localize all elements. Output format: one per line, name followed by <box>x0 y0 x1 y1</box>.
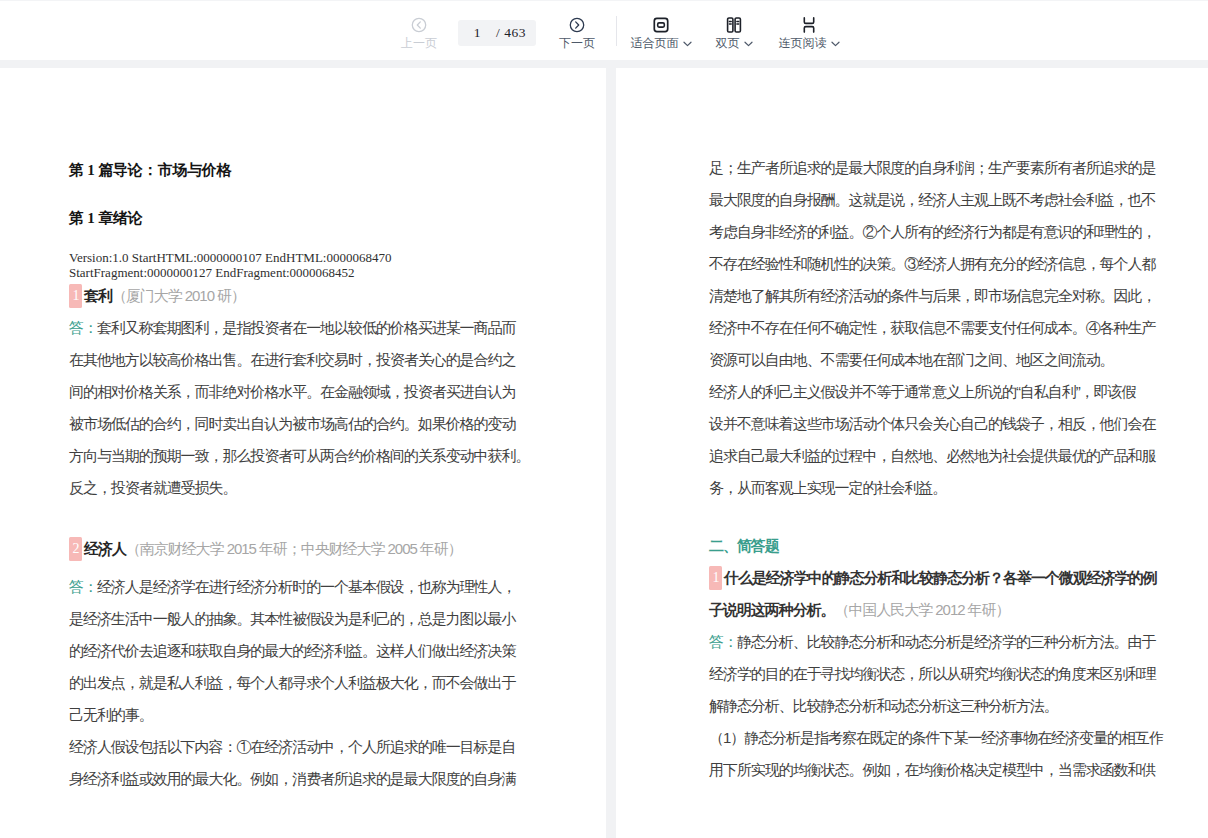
page-number-box: / 463 <box>458 20 536 46</box>
fit-page-button[interactable]: 适合页面 <box>626 17 696 50</box>
body-line: 经济中不存在任何不确定性，获取信息不需要支付任何成本。④各种生产 <box>709 312 1153 344</box>
previous-page-button[interactable]: 上一页 <box>396 17 442 50</box>
fit-page-icon <box>653 17 669 33</box>
answer-line: 在其他地方以较高价格出售。在进行套利交易时，投资者关心的是合约之 <box>69 344 513 376</box>
two-page-label: 双页 <box>716 37 740 50</box>
next-page-button[interactable]: 下一页 <box>554 17 600 50</box>
chevron-down-icon <box>831 37 840 50</box>
answer-lead: 答： <box>69 319 97 336</box>
question-source: （中国人民大学 2012 年研） <box>835 601 1010 618</box>
answer-line: 间的相对价格关系，而非绝对价格水平。在金融领域，投资者买进自认为 <box>69 376 513 408</box>
previous-page-label: 上一页 <box>401 37 437 50</box>
answer-line: 用下所实现的均衡状态。例如，在均衡价格决定模型中，当需求函数和供 <box>709 754 1153 786</box>
body-line: 追求自己最大利益的过程中，自然地、必然地为社会提供最优的产品和服 <box>709 440 1153 472</box>
answer-line: 经济人假设包括以下内容：①在经济活动中，个人所追求的唯一目标是自 <box>69 731 513 763</box>
body-line: 资源可以自由地、不需要任何成本地在部门之间、地区之间流动。 <box>709 344 1153 376</box>
fit-page-label: 适合页面 <box>631 37 679 50</box>
answer-line: 答：套利又称套期图利，是指投资者在一地以较低的价格买进某一商品而 <box>69 312 513 344</box>
body-line: 设并不意味着这些市场活动个体只会关心自己的钱袋子，相反，他们会在 <box>709 408 1153 440</box>
question-source: （厦门大学 2010 研） <box>112 287 245 304</box>
circle-chevron-right-icon <box>569 17 585 33</box>
answer-lead: 答： <box>709 633 737 650</box>
answer-lead: 答： <box>69 578 97 595</box>
answer-line: （1）静态分析是指考察在既定的条件下某一经济事物在经济变量的相互作 <box>709 722 1153 754</box>
section-heading: 二、简答题 <box>709 530 1153 562</box>
answer-line: 被市场低估的合约，同时卖出自认为被市场高估的合约。如果价格的变动 <box>69 408 513 440</box>
question-number-badge: 1 <box>69 284 82 308</box>
answer-line: 答：静态分析、比较静态分析和动态分析是经济学的三种分析方法。由于 <box>709 626 1153 658</box>
question-stem-line: 子说明这两种分析。（中国人民大学 2012 年研） <box>709 594 1153 626</box>
answer-line: 方向与当期的预期一致，那么投资者可从两合约价格间的关系变动中获利。 <box>69 440 513 472</box>
document-page-right: 足；生产者所追求的是最大限度的自身利润；生产要素所有者所追求的是 最大限度的自身… <box>616 68 1208 838</box>
answer-line: 是经济生活中一般人的抽象。其本性被假设为是利己的，总是力图以最小 <box>69 603 513 635</box>
answer-line: 经济学的目的在于寻找均衡状态，所以从研究均衡状态的角度来区别和理 <box>709 658 1153 690</box>
question-heading: 2经济人（南京财经大学 2015 年研；中央财经大学 2005 年研） <box>69 533 513 565</box>
two-page-icon <box>726 17 742 33</box>
next-page-label: 下一页 <box>559 37 595 50</box>
question-source: （南京财经大学 2015 年研；中央财经大学 2005 年研） <box>126 540 462 557</box>
document-page-left: 第 1 篇导论：市场与价格 第 1 章绪论 Version:1.0 StartH… <box>0 68 606 838</box>
body-line: 经济人的利己主义假设并不等于通常意义上所说的“自私自利”，即该假 <box>709 376 1153 408</box>
body-line: 最大限度的自身报酬。这就是说，经济人主观上既不考虑社会利益，也不 <box>709 184 1153 216</box>
page-total-label: / 463 <box>496 25 526 41</box>
answer-line: 答：经济人是经济学在进行经济分析时的一个基本假设，也称为理性人， <box>69 571 513 603</box>
body-line: 务，从而客观上实现一定的社会利益。 <box>709 472 1153 504</box>
continuous-reading-label: 连页阅读 <box>779 37 827 50</box>
document-viewport[interactable]: 第 1 篇导论：市场与价格 第 1 章绪论 Version:1.0 StartH… <box>0 60 1208 838</box>
clipboard-meta-text: Version:1.0 StartHTML:0000000107 EndHTML… <box>69 251 513 280</box>
answer-line: 己无利的事。 <box>69 699 513 731</box>
question-title: 经济人 <box>84 540 126 557</box>
continuous-reading-button[interactable]: 连页阅读 <box>774 17 844 50</box>
answer-line: 的出发点，就是私人利益，每个人都寻求个人利益极大化，而不会做出于 <box>69 667 513 699</box>
answer-line: 的经济代价去追逐和获取自身的最大的经济利益。这样人们做出经济决策 <box>69 635 513 667</box>
question-number-badge: 1 <box>709 566 722 590</box>
page-spread: 第 1 篇导论：市场与价格 第 1 章绪论 Version:1.0 StartH… <box>0 68 1208 838</box>
question-heading: 1套利（厦门大学 2010 研） <box>69 280 513 312</box>
toolbar-divider <box>616 16 617 46</box>
body-line: 清楚地了解其所有经济活动的条件与后果，即市场信息完全对称。因此， <box>709 280 1153 312</box>
chapter-heading: 第 1 章绪论 <box>69 209 513 228</box>
reader-toolbar: 上一页 / 463 下一页 适合页面 <box>0 0 1208 60</box>
chevron-down-icon <box>683 37 692 50</box>
answer-line: 反之，投资者就遭受损失。 <box>69 472 513 504</box>
circle-chevron-left-icon <box>411 17 427 33</box>
continuous-scroll-icon <box>801 17 817 33</box>
question-title: 套利 <box>84 287 112 304</box>
page-number-input[interactable] <box>458 22 496 44</box>
body-line: 不存在经验性和随机性的决策。③经济人拥有充分的经济信息，每个人都 <box>709 248 1153 280</box>
answer-line: 解静态分析、比较静态分析和动态分析这三种分析方法。 <box>709 690 1153 722</box>
question-heading: 1什么是经济学中的静态分析和比较静态分析？各举一个微观经济学的例 <box>709 562 1153 594</box>
chevron-down-icon <box>744 37 753 50</box>
body-line: 考虑自身非经济的利益。②个人所有的经济行为都是有意识的和理性的， <box>709 216 1153 248</box>
two-page-view-button[interactable]: 双页 <box>704 17 764 50</box>
question-stem: 什么是经济学中的静态分析和比较静态分析？各举一个微观经济学的例 <box>724 569 1156 586</box>
question-number-badge: 2 <box>69 537 82 561</box>
answer-line: 身经济利益或效用的最大化。例如，消费者所追求的是最大限度的自身满 <box>69 763 513 795</box>
body-line: 足；生产者所追求的是最大限度的自身利润；生产要素所有者所追求的是 <box>709 152 1153 184</box>
part-heading: 第 1 篇导论：市场与价格 <box>69 161 513 180</box>
